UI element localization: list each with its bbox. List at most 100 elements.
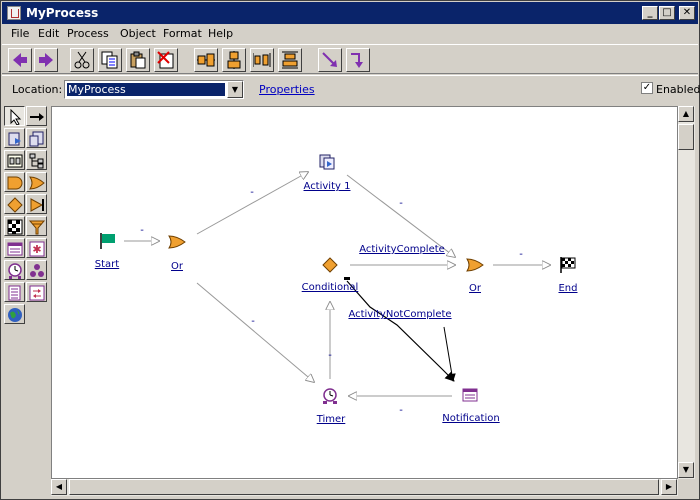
checkered-tool[interactable] — [4, 216, 25, 236]
arrow-tool[interactable] — [26, 106, 47, 126]
menu-format[interactable]: Format — [163, 27, 202, 40]
conditional-tool[interactable] — [4, 194, 25, 214]
distribute-vertical-button[interactable] — [278, 48, 302, 72]
edge-conditional-notification[interactable] — [346, 280, 455, 382]
end-tool[interactable] — [26, 194, 47, 214]
copy-icon — [101, 51, 118, 69]
star-tool[interactable]: ✱ — [26, 238, 47, 258]
filter-tool[interactable] — [26, 216, 47, 236]
notification-icon[interactable] — [461, 386, 479, 404]
location-selected-value: MyProcess — [67, 83, 225, 96]
timer-tool[interactable] — [4, 260, 25, 280]
filter-tool-icon — [29, 220, 45, 235]
node-end-label[interactable]: End — [558, 283, 577, 294]
properties-link[interactable]: Properties — [259, 83, 315, 96]
transfer-tool[interactable] — [26, 282, 47, 302]
edge-label-activity-not-complete[interactable]: ActivityNotComplete — [348, 309, 451, 320]
enabled-label: Enabled — [656, 83, 700, 96]
menu-object[interactable]: Object — [120, 27, 156, 40]
node-or2-label[interactable]: Or — [469, 283, 481, 294]
maximize-button[interactable]: □ — [659, 6, 675, 20]
timer-icon[interactable] — [321, 387, 339, 405]
minimize-button[interactable]: _ — [642, 6, 658, 20]
location-dropdown[interactable]: MyProcess ▼ — [64, 80, 244, 99]
back-button[interactable] — [8, 48, 32, 72]
paste-button[interactable] — [126, 48, 150, 72]
scroll-left-icon[interactable]: ◀ — [51, 479, 67, 495]
node-activity1-label[interactable]: Activity 1 — [304, 181, 351, 192]
start-flag-icon[interactable] — [99, 232, 117, 250]
group-tool[interactable] — [4, 150, 25, 170]
node-start-label[interactable]: Start — [95, 259, 119, 270]
delete-button[interactable] — [154, 48, 178, 72]
vertical-scrollbar[interactable]: ▲ ▼ — [678, 106, 695, 479]
tree-tool[interactable] — [26, 150, 47, 170]
edge-or1-timer[interactable] — [196, 282, 314, 382]
globe-tool[interactable] — [4, 304, 25, 324]
location-bar: Location: MyProcess ▼ Properties ✓ Enabl… — [2, 75, 700, 103]
and-tool[interactable] — [4, 172, 25, 192]
menu-edit[interactable]: Edit — [38, 27, 59, 40]
form-tool[interactable] — [4, 238, 25, 258]
subprocess-tool[interactable] — [26, 128, 47, 148]
node-conditional-label[interactable]: Conditional — [302, 282, 359, 293]
node-timer-label[interactable]: Timer — [317, 414, 346, 425]
menu-file[interactable]: File — [11, 27, 29, 40]
timer-tool-icon — [8, 263, 22, 279]
select-tool[interactable] — [4, 106, 25, 126]
delete-icon — [157, 51, 174, 69]
connector-straight-icon — [322, 52, 337, 67]
edge-label-activity-complete[interactable]: ActivityComplete — [359, 244, 445, 255]
dropdown-arrow-icon[interactable]: ▼ — [227, 81, 243, 98]
group-tool-icon — [7, 154, 23, 168]
node-or1-label[interactable]: Or — [171, 261, 183, 272]
activity-tool[interactable] — [4, 128, 25, 148]
end-flag-icon[interactable] — [559, 256, 577, 274]
connector-orthogonal-icon — [351, 53, 363, 68]
menu-help[interactable]: Help — [208, 27, 233, 40]
close-button[interactable]: ✕ — [679, 6, 695, 20]
arrow-tool-icon — [30, 113, 44, 121]
globe-tool-icon — [8, 308, 22, 322]
cut-button[interactable] — [70, 48, 94, 72]
list-tool[interactable] — [4, 282, 25, 302]
activity-icon[interactable] — [318, 153, 336, 171]
end-tool-icon — [30, 198, 44, 212]
scroll-up-icon[interactable]: ▲ — [678, 106, 694, 122]
edge-or1-activity1[interactable] — [196, 172, 308, 235]
edge-label-or2-end: - — [519, 249, 523, 260]
conditional-tool-icon — [7, 197, 23, 213]
edge-label-start-or1: - — [140, 225, 144, 236]
horizontal-scroll-thumb[interactable] — [69, 479, 659, 495]
node-notification-label[interactable]: Notification — [442, 413, 499, 424]
copy-button[interactable] — [98, 48, 122, 72]
connector-straight-button[interactable] — [318, 48, 342, 72]
scroll-right-icon[interactable]: ▶ — [661, 479, 677, 495]
tool-palette: ✱ — [4, 106, 50, 496]
scroll-down-icon[interactable]: ▼ — [678, 462, 694, 478]
people-tool-icon — [30, 264, 44, 277]
or-tool[interactable] — [26, 172, 47, 192]
or-gateway-icon[interactable] — [168, 234, 186, 250]
vertical-scroll-thumb[interactable] — [678, 124, 694, 150]
process-diagram-canvas[interactable]: - - - ActivityComplete - - ActivityNotCo… — [51, 106, 678, 479]
align-vertical-button[interactable] — [222, 48, 246, 72]
connector-orthogonal-button[interactable] — [346, 48, 370, 72]
distribute-horizontal-button[interactable] — [250, 48, 274, 72]
distribute-horizontal-icon — [253, 53, 271, 67]
selection-handle[interactable] — [344, 277, 350, 280]
horizontal-scrollbar[interactable]: ◀ ▶ — [51, 479, 678, 496]
or-gateway-2-icon[interactable] — [466, 257, 484, 273]
paste-icon — [130, 51, 146, 69]
title-bar[interactable]: MyProcess _ □ ✕ — [2, 2, 698, 24]
forward-button[interactable] — [34, 48, 58, 72]
application-window: MyProcess _ □ ✕ File Edit Process Object… — [0, 0, 700, 500]
enabled-checkbox[interactable]: ✓ — [641, 82, 653, 94]
diagram-connectors — [124, 107, 678, 479]
conditional-icon[interactable] — [322, 257, 338, 273]
people-tool[interactable] — [26, 260, 47, 280]
toolbar — [2, 44, 698, 74]
menu-process[interactable]: Process — [67, 27, 109, 40]
align-horizontal-button[interactable] — [194, 48, 218, 72]
checkered-tool-icon — [7, 219, 23, 235]
